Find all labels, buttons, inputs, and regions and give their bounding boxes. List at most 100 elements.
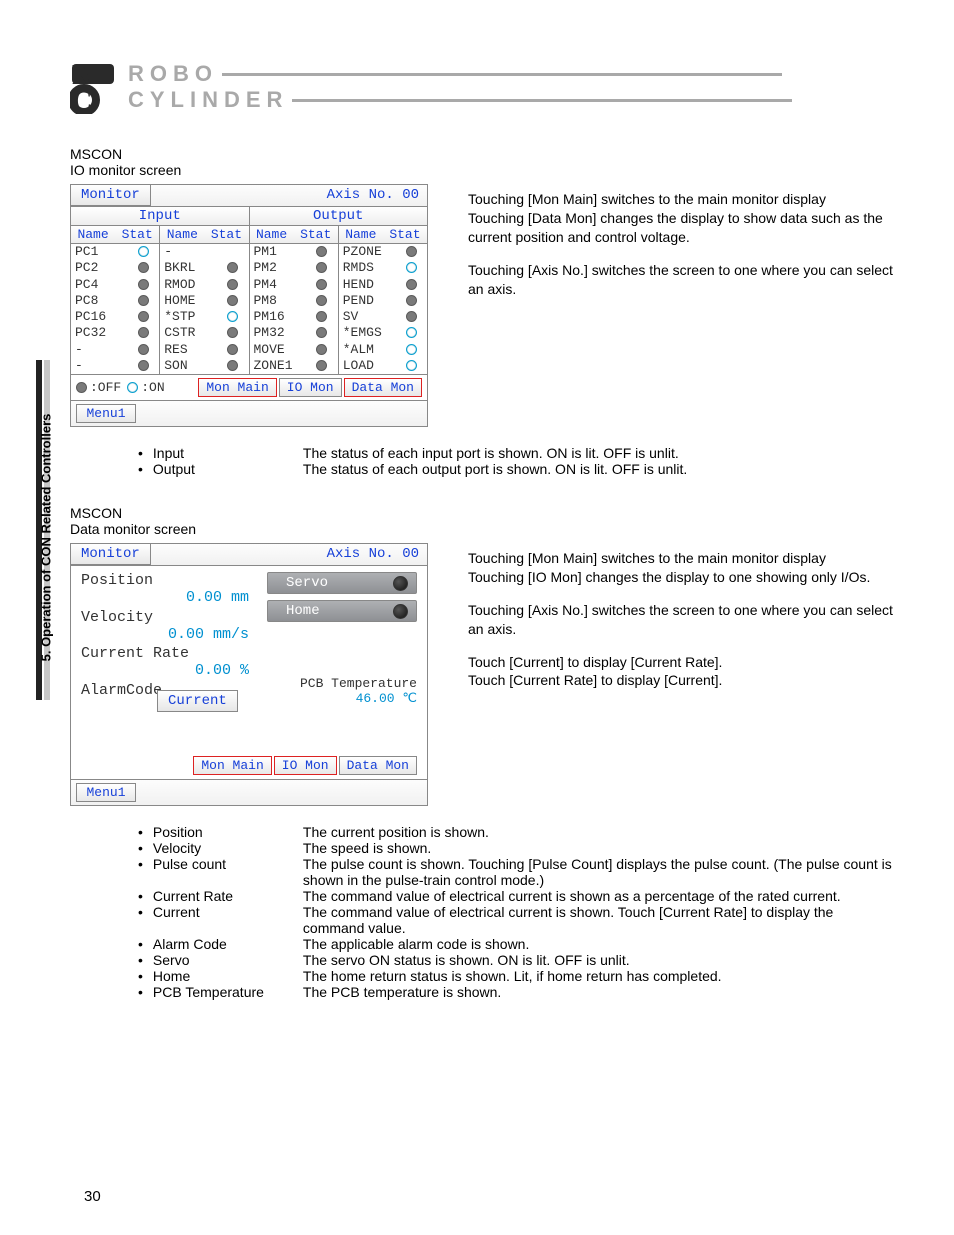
io-row: -: [71, 342, 159, 358]
field-row: ServoThe servo ON status is shown. ON is…: [156, 952, 894, 968]
led-off-icon: [406, 311, 417, 322]
led-on-icon: [227, 311, 238, 322]
io-monitor-screenshot: Monitor Axis No. 00 Input NameStat PC1PC…: [70, 184, 428, 427]
dm-mon-main-tab[interactable]: Mon Main: [193, 756, 271, 775]
led-on-icon: [406, 344, 417, 355]
field-row: VelocityThe speed is shown.: [156, 840, 894, 856]
io-stat: [221, 277, 245, 293]
led-off-icon: [227, 295, 238, 306]
io-row: *STP: [160, 309, 248, 325]
io-stat: [310, 244, 334, 260]
io-name: -: [75, 342, 131, 358]
field-row: Alarm CodeThe applicable alarm code is s…: [156, 936, 894, 952]
io-row: RES: [160, 342, 248, 358]
data-mon-tab[interactable]: Data Mon: [344, 378, 422, 397]
led-off-icon: [316, 262, 327, 273]
field-key: Velocity: [153, 840, 303, 856]
dm-data-mon-tab[interactable]: Data Mon: [339, 756, 417, 775]
led-off-icon: [316, 295, 327, 306]
sec2-desc-1: Touching [IO Mon] changes the display to…: [468, 569, 870, 585]
led-off-icon: [316, 311, 327, 322]
mon-main-tab[interactable]: Mon Main: [198, 378, 276, 397]
io-stat: [310, 293, 334, 309]
field-row: Pulse countThe pulse count is shown. Tou…: [156, 856, 894, 888]
field-key: Home: [153, 968, 303, 984]
home-indicator: Home: [267, 600, 417, 622]
io-stat: [131, 342, 155, 358]
servo-dot-icon: [393, 576, 408, 591]
io-name: SV: [343, 309, 399, 325]
led-off-icon: [138, 295, 149, 306]
io-row: PC4: [71, 277, 159, 293]
io-row: -: [71, 358, 159, 374]
io-row: HEND: [339, 277, 427, 293]
dm-menu1-button[interactable]: Menu1: [76, 783, 136, 802]
io-stat: [131, 277, 155, 293]
field-value: The home return status is shown. Lit, if…: [303, 968, 894, 984]
home-dot-icon: [393, 604, 408, 619]
io-name: PC16: [75, 309, 131, 325]
io-stat: [221, 342, 245, 358]
field-value: The servo ON status is shown. ON is lit.…: [303, 952, 894, 968]
field-key: Output: [153, 461, 303, 477]
led-off-icon: [138, 279, 149, 290]
led-off-icon: [316, 246, 327, 257]
io-row: PC8: [71, 293, 159, 309]
field-row: InputThe status of each input port is sh…: [156, 445, 894, 461]
io-name: BKRL: [164, 260, 220, 276]
field-key: PCB Temperature: [153, 984, 303, 1000]
io-stat: [310, 277, 334, 293]
dm-io-mon-tab[interactable]: IO Mon: [274, 756, 337, 775]
pcb-temp-label: PCB Temperature: [300, 676, 417, 691]
field-row: Current RateThe command value of electri…: [156, 888, 894, 904]
io-row: MOVE: [250, 342, 338, 358]
led-on-icon: [406, 327, 417, 338]
io-row: RMOD: [160, 277, 248, 293]
field-key: Current: [153, 904, 303, 936]
io-stat: [221, 358, 245, 374]
field-key: Servo: [153, 952, 303, 968]
field-value: The status of each output port is shown.…: [303, 461, 894, 477]
io-name: *EMGS: [343, 325, 399, 341]
menu1-button[interactable]: Menu1: [76, 404, 136, 423]
io-row: PC2: [71, 260, 159, 276]
io-name: *STP: [164, 309, 220, 325]
col-stat-hdr: Stat: [115, 226, 159, 243]
current-rate-label: Current Rate: [81, 645, 267, 662]
sec2-desc-0: Touching [Mon Main] switches to the main…: [468, 550, 826, 566]
io-row: -: [160, 244, 248, 260]
led-on-icon: [406, 262, 417, 273]
servo-label: Servo: [286, 575, 328, 591]
io-name: -: [164, 244, 220, 260]
led-off-icon: [406, 279, 417, 290]
io-stat: [399, 342, 423, 358]
io-stat: [131, 244, 155, 260]
led-off-icon: [227, 327, 238, 338]
io-stat: [131, 358, 155, 374]
dm-axis-button[interactable]: Axis No. 00: [319, 544, 427, 565]
io-name: PC32: [75, 325, 131, 341]
io-name: PEND: [343, 293, 399, 309]
io-name: PC4: [75, 277, 131, 293]
col-name-hdr: Name: [250, 226, 294, 243]
led-on-icon: [406, 360, 417, 371]
field-key: Input: [153, 445, 303, 461]
io-name: PM8: [254, 293, 310, 309]
sec2-desc-3: Touch [Current] to display [Current Rate…: [468, 653, 894, 691]
io-stat: [399, 277, 423, 293]
io-stat: [399, 260, 423, 276]
io-name: PM16: [254, 309, 310, 325]
io-stat: [131, 293, 155, 309]
io-axis-button[interactable]: Axis No. 00: [319, 185, 427, 206]
io-stat: [310, 358, 334, 374]
io-stat: [131, 309, 155, 325]
page-number: 30: [84, 1188, 101, 1205]
io-row: PM8: [250, 293, 338, 309]
current-button[interactable]: Current: [157, 690, 238, 712]
led-off-icon: [316, 327, 327, 338]
led-off-icon: [227, 262, 238, 273]
position-label: Position: [81, 572, 267, 589]
io-mon-tab[interactable]: IO Mon: [279, 378, 342, 397]
home-label: Home: [286, 603, 320, 619]
legend-on: :ON: [141, 380, 164, 395]
